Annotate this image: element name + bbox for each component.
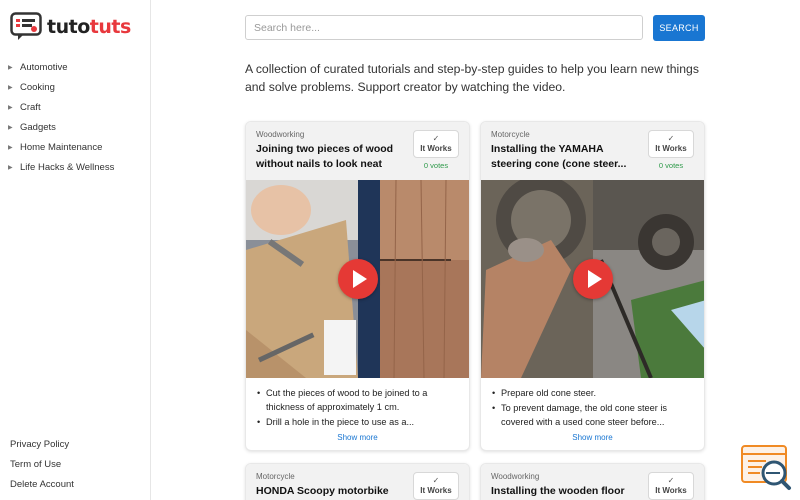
card-title[interactable]: Joining two pieces of wood without nails…	[256, 142, 416, 172]
tutorial-card[interactable]: Woodworking Joining two pieces of wood w…	[245, 121, 470, 451]
caret-right-icon: ▶	[8, 144, 13, 151]
caret-right-icon: ▶	[8, 84, 13, 91]
check-icon: ✓	[432, 134, 440, 143]
caret-right-icon: ▶	[8, 164, 13, 171]
play-icon[interactable]	[572, 259, 613, 299]
privacy-policy-link[interactable]: Privacy Policy	[10, 437, 74, 457]
show-more-link[interactable]: Show more	[491, 433, 694, 442]
card-title[interactable]: HONDA Scoopy motorbike	[256, 484, 416, 499]
card-category[interactable]: Motorcycle	[256, 472, 295, 481]
nav-item-gadgets[interactable]: ▶ Gadgets	[8, 117, 114, 137]
step-item: Cut the pieces of wood to be joined to a…	[256, 386, 459, 414]
nav-item-cooking[interactable]: ▶ Cooking	[8, 77, 114, 97]
footer-links: Privacy Policy Term of Use Delete Accoun…	[10, 437, 74, 497]
card-header: Motorcycle Installing the YAMAHA steerin…	[481, 122, 704, 180]
show-more-link[interactable]: Show more	[256, 433, 459, 442]
intro-text: A collection of curated tutorials and st…	[245, 62, 699, 94]
tutorial-card[interactable]: Motorcycle HONDA Scoopy motorbike ✓ It W…	[245, 463, 470, 500]
it-works-button[interactable]: ✓ It Works	[413, 130, 459, 158]
card-category[interactable]: Motorcycle	[491, 130, 530, 139]
nav-item-home-maintenance[interactable]: ▶ Home Maintenance	[8, 137, 114, 157]
it-works-button[interactable]: ✓ It Works	[648, 130, 694, 158]
it-works-button[interactable]: ✓ It Works	[413, 472, 459, 500]
video-thumbnail[interactable]	[481, 180, 704, 378]
tutorial-card[interactable]: Motorcycle Installing the YAMAHA steerin…	[480, 121, 705, 451]
caret-right-icon: ▶	[8, 124, 13, 131]
nav-item-craft[interactable]: ▶ Craft	[8, 97, 114, 117]
tutorial-card[interactable]: Woodworking Installing the wooden floor …	[480, 463, 705, 500]
vote-count: 0 votes	[658, 161, 684, 170]
step-item: Drill a hole in the piece to use as a...	[256, 415, 459, 429]
video-thumbnail[interactable]	[246, 180, 469, 378]
tututs-logo-icon	[10, 12, 42, 40]
check-icon: ✓	[667, 134, 675, 143]
search-input[interactable]	[245, 15, 643, 40]
card-header: Motorcycle HONDA Scoopy motorbike ✓ It W…	[246, 464, 469, 500]
check-icon: ✓	[432, 476, 440, 485]
play-icon[interactable]	[337, 259, 378, 299]
card-header: Woodworking Joining two pieces of wood w…	[246, 122, 469, 180]
step-item: To prevent damage, the old cone steer is…	[491, 401, 694, 429]
card-category[interactable]: Woodworking	[491, 472, 539, 481]
card-header: Woodworking Installing the wooden floor …	[481, 464, 704, 500]
card-title[interactable]: Installing the YAMAHA steering cone (con…	[491, 142, 651, 172]
card-category[interactable]: Woodworking	[256, 130, 304, 139]
caret-right-icon: ▶	[8, 64, 13, 71]
browse-search-widget-icon[interactable]	[740, 443, 792, 495]
it-works-button[interactable]: ✓ It Works	[648, 472, 694, 500]
logo[interactable]: tutotuts	[10, 12, 131, 42]
logo-text: tutotuts	[47, 16, 131, 38]
sidebar: tutotuts ▶ Automotive ▶ Cooking ▶ Craft ▶ Ga…	[0, 0, 151, 500]
category-nav: ▶ Automotive ▶ Cooking ▶ Craft ▶ Gadgets ▶ Ho…	[8, 57, 114, 177]
check-icon: ✓	[667, 476, 675, 485]
step-item: Prepare old cone steer.	[491, 386, 694, 400]
card-title[interactable]: Installing the wooden floor	[491, 484, 651, 499]
terms-of-use-link[interactable]: Term of Use	[10, 457, 74, 477]
nav-item-automotive[interactable]: ▶ Automotive	[8, 57, 114, 77]
search-button[interactable]: SEARCH	[653, 15, 705, 41]
nav-item-life-hacks[interactable]: ▶ Life Hacks & Wellness	[8, 157, 114, 177]
delete-account-link[interactable]: Delete Account	[10, 477, 74, 497]
card-description: Prepare old cone steer. To prevent damag…	[481, 378, 704, 442]
card-description: Cut the pieces of wood to be joined to a…	[246, 378, 469, 442]
caret-right-icon: ▶	[8, 104, 13, 111]
vote-count: 0 votes	[423, 161, 449, 170]
